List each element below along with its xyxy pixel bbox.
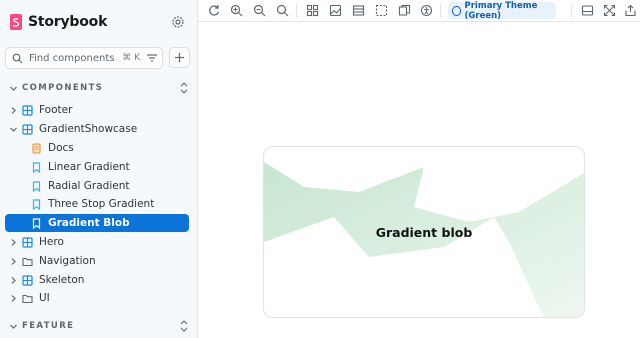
add-button[interactable]: [169, 47, 190, 68]
tree-item[interactable]: Hero: [5, 233, 189, 251]
tree-item-label: Gradient Blob: [48, 217, 130, 229]
tree-item-label: Linear Gradient: [48, 161, 130, 173]
tree-item[interactable]: Radial Gradient: [5, 177, 189, 195]
fullscreen-icon[interactable]: [603, 4, 616, 17]
tree-item[interactable]: Gradient Blob: [5, 214, 189, 232]
tree-item-label: GradientShowcase: [39, 123, 138, 135]
section-feature[interactable]: FEATURE: [9, 319, 189, 333]
tree-item-label: Radial Gradient: [48, 180, 130, 192]
reload-icon[interactable]: [208, 4, 221, 17]
chevron-right-icon[interactable]: [9, 257, 18, 266]
tree-item-label: Footer: [39, 104, 73, 116]
toolbar-separator: [296, 4, 297, 18]
bookmark-icon: [32, 180, 41, 192]
document-icon: [32, 142, 41, 154]
sidebar-toggle-icon[interactable]: [581, 4, 594, 17]
storybook-logo-icon: [10, 14, 22, 30]
tree-item-label: UI: [39, 292, 50, 304]
theme-switcher-button[interactable]: Primary Theme (Green): [448, 0, 556, 21]
outline-icon[interactable]: [375, 4, 388, 17]
tree-item-label: Hero: [39, 236, 64, 248]
tree-item[interactable]: UI: [5, 289, 189, 307]
tree-item-label: Three Stop Gradient: [48, 198, 155, 210]
component-icon: [22, 236, 33, 248]
chevron-down-icon: [10, 324, 17, 329]
folder-icon: [22, 257, 33, 266]
expand-collapse-icon[interactable]: [179, 81, 189, 95]
tree-item[interactable]: Linear Gradient: [5, 158, 189, 176]
tree-item-label: Docs: [48, 142, 74, 154]
chevron-right-icon[interactable]: [9, 276, 18, 285]
settings-gear-icon[interactable]: [171, 15, 185, 29]
brand[interactable]: Storybook: [10, 11, 107, 33]
toolbar-separator: [571, 4, 572, 18]
section-label: COMPONENTS: [22, 83, 104, 93]
background-icon[interactable]: [329, 4, 342, 17]
chevron-right-icon[interactable]: [9, 294, 18, 303]
bookmark-icon: [32, 217, 41, 229]
section-components[interactable]: COMPONENTS: [9, 81, 189, 95]
preview-canvas: Gradient blob: [198, 23, 640, 338]
tree-item[interactable]: Docs: [5, 139, 189, 157]
search-box[interactable]: Find components ⌘ K: [5, 47, 163, 69]
zoom-in-icon[interactable]: [230, 4, 243, 17]
component-icon: [22, 123, 33, 135]
folder-icon: [22, 294, 33, 303]
tree-item[interactable]: Three Stop Gradient: [5, 195, 189, 213]
search-icon: [12, 53, 23, 63]
tree-item[interactable]: GradientShowcase: [5, 120, 189, 138]
component-icon: [22, 274, 33, 286]
tree-item[interactable]: Skeleton: [5, 271, 189, 289]
tree-item-label: Skeleton: [39, 274, 85, 286]
zoom-reset-icon[interactable]: [276, 4, 289, 17]
sidebar: Storybook Find components ⌘ K COMPONENTS…: [0, 0, 198, 338]
grid-icon[interactable]: [306, 4, 319, 17]
circle-icon: [452, 5, 461, 16]
tree-item[interactable]: Navigation: [5, 252, 189, 270]
chevron-down-icon[interactable]: [9, 125, 18, 134]
chevron-right-icon[interactable]: [9, 238, 18, 247]
bookmark-icon: [32, 161, 41, 173]
component-icon: [22, 104, 33, 116]
filter-icon[interactable]: [146, 52, 158, 64]
search-input[interactable]: Find components: [29, 53, 122, 64]
tree-item-label: Navigation: [39, 255, 96, 267]
zoom-out-icon[interactable]: [253, 4, 266, 17]
preview-toolbar: Primary Theme (Green): [198, 0, 640, 22]
theme-label: Primary Theme (Green): [464, 0, 538, 21]
bookmark-icon: [32, 198, 41, 210]
section-label: FEATURE: [22, 321, 75, 331]
share-icon[interactable]: [624, 4, 637, 17]
preview-label: Gradient blob: [375, 225, 473, 240]
viewport-icon[interactable]: [352, 4, 365, 17]
accessibility-icon[interactable]: [420, 4, 433, 17]
search-shortcut: ⌘ K: [122, 53, 140, 63]
chevron-right-icon[interactable]: [9, 106, 18, 115]
app-title: Storybook: [28, 14, 108, 30]
toolbar-separator: [440, 4, 441, 18]
measure-icon[interactable]: [398, 4, 411, 17]
expand-collapse-icon[interactable]: [179, 319, 189, 333]
tree-item[interactable]: Footer: [5, 101, 189, 119]
chevron-down-icon: [10, 86, 17, 91]
gradient-blob-card: Gradient blob: [263, 146, 585, 318]
plus-icon: [175, 53, 184, 62]
